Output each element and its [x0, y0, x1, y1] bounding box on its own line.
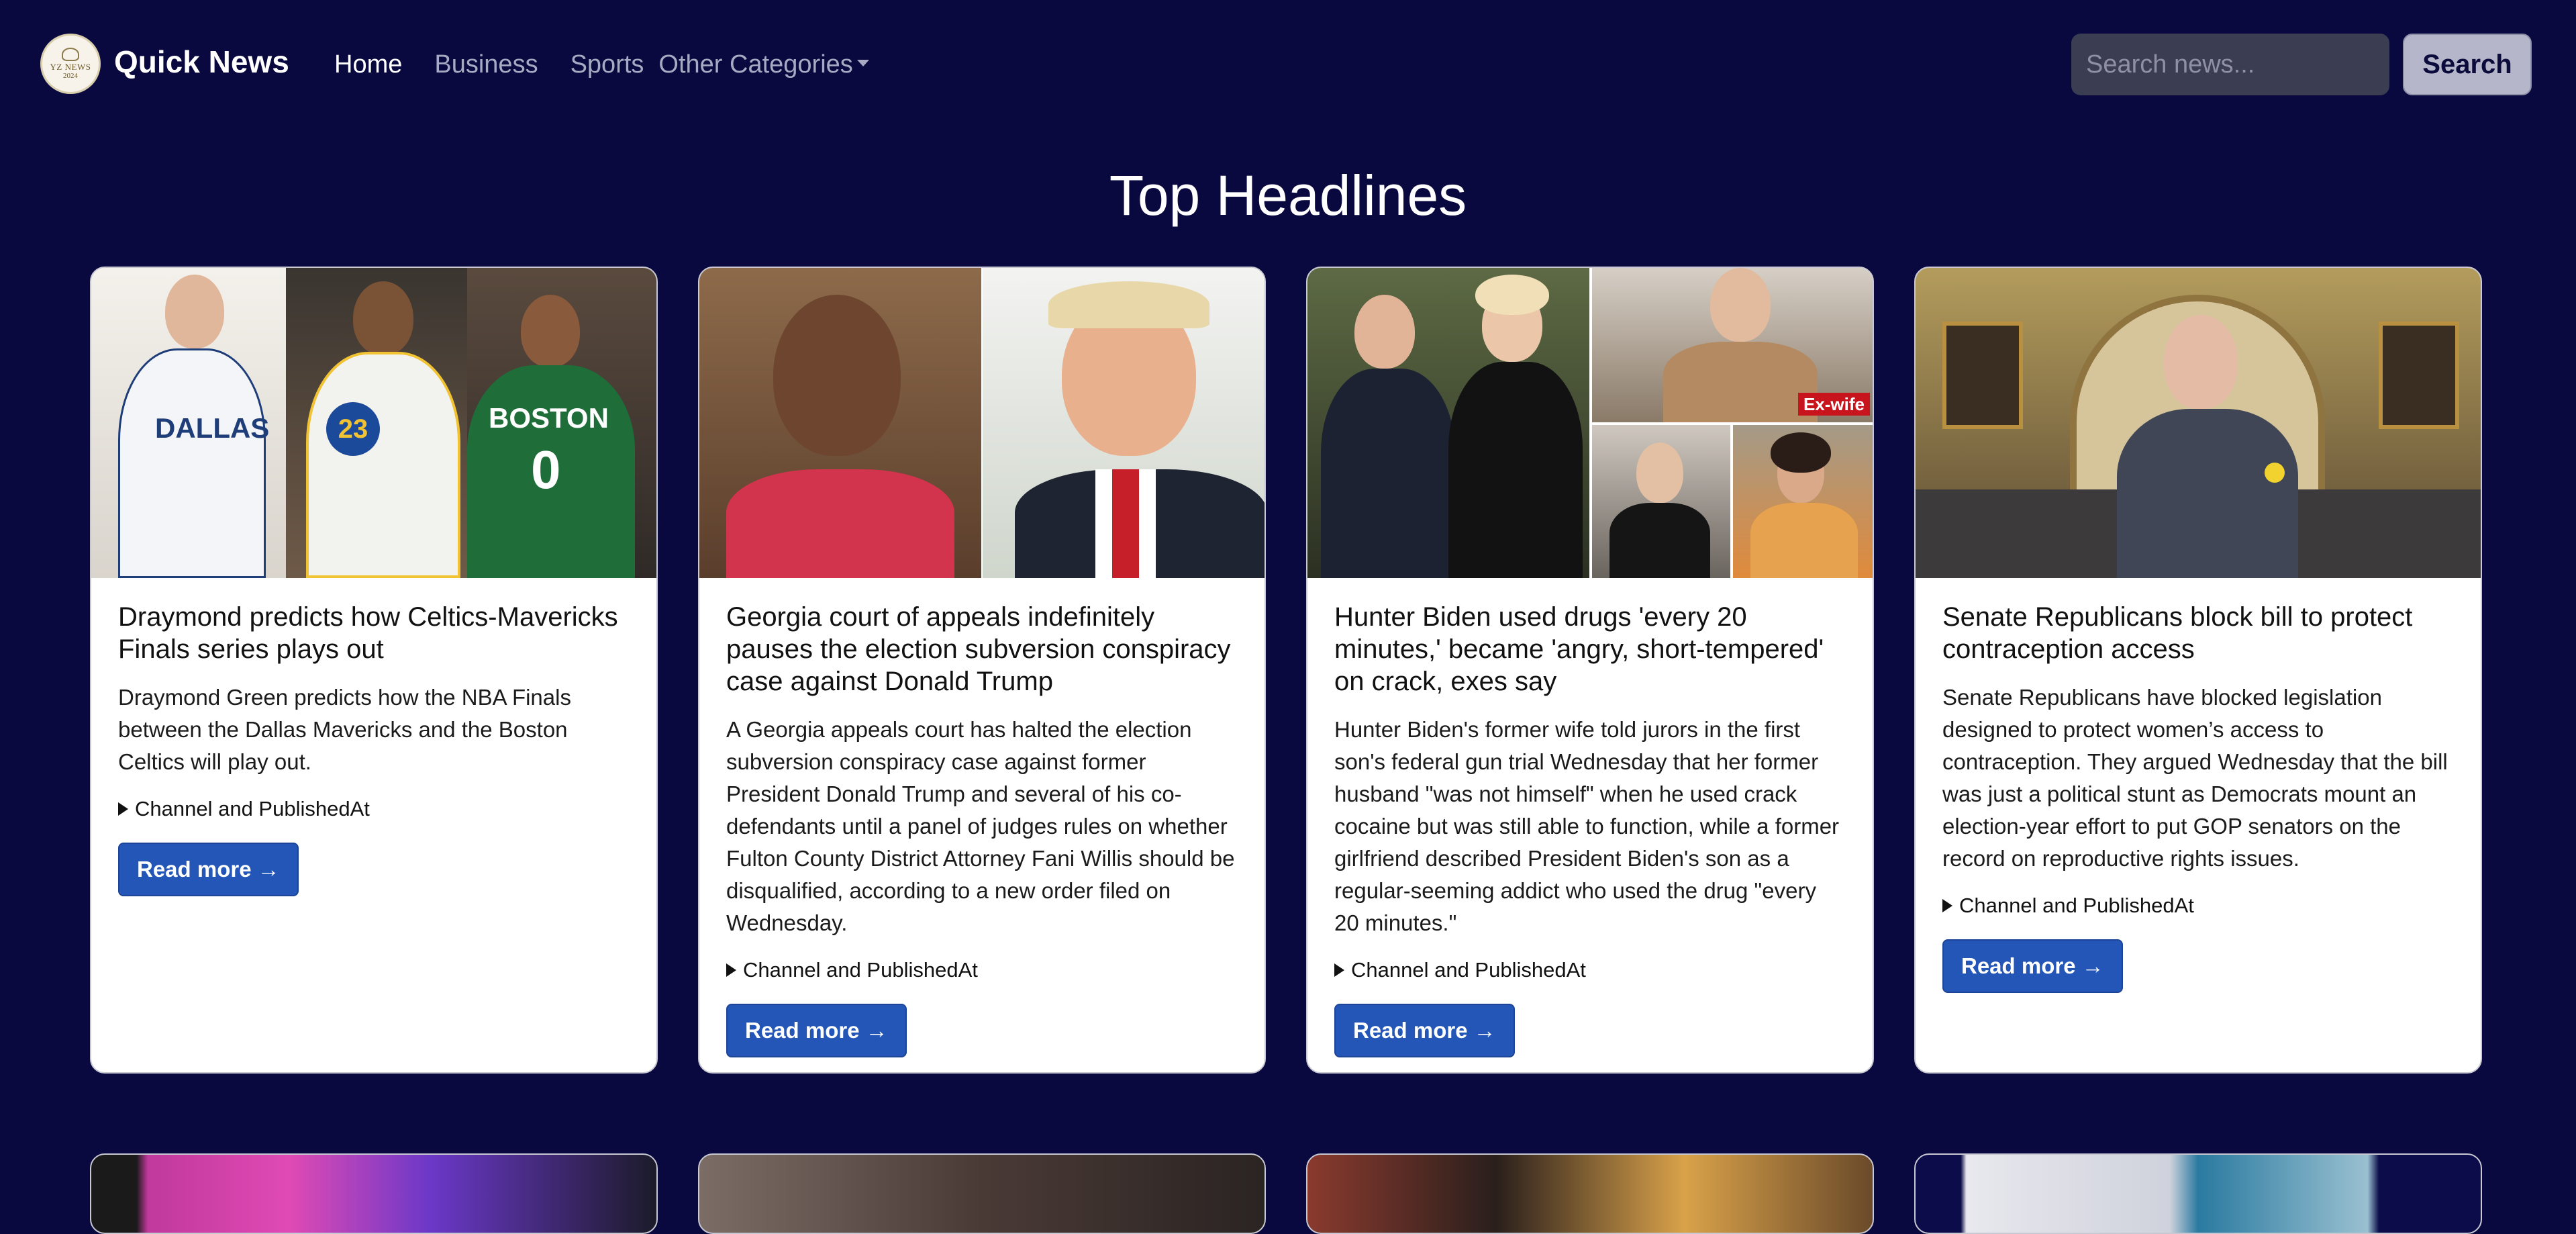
triangle-right-icon	[118, 802, 128, 816]
image-caption-tag: Ex-wife	[1797, 393, 1870, 416]
card-title: Hunter Biden used drugs 'every 20 minute…	[1334, 602, 1824, 696]
news-card: Ex-wife Hunter Biden used drugs 'every 2…	[1306, 267, 1874, 1074]
card-body: Senate Republicans block bill to protect…	[1916, 578, 2481, 993]
card-body: Draymond predicts how Celtics-Mavericks …	[91, 578, 656, 896]
card-body: Hunter Biden used drugs 'every 20 minute…	[1307, 578, 1873, 1057]
brand-logo[interactable]: YZ NEWS 2024	[40, 34, 101, 94]
card-details-label: Channel and PublishedAt	[743, 958, 978, 982]
card-details-label: Channel and PublishedAt	[1351, 958, 1586, 982]
card-body: Georgia court of appeals indefinitely pa…	[699, 578, 1265, 1057]
jersey-text: 23	[326, 402, 380, 456]
jersey-text: 0	[531, 440, 561, 500]
logo-crest-icon	[62, 48, 79, 61]
news-card: Georgia court of appeals indefinitely pa…	[698, 267, 1266, 1074]
news-card: DALLAS 23 BOSTON 0 Draymond predicts how…	[90, 267, 658, 1074]
news-card: Senate Republicans block bill to protect…	[1914, 267, 2482, 1074]
card-details-toggle[interactable]: Channel and PublishedAt	[118, 794, 630, 824]
nav-link-sports[interactable]: Sports	[571, 47, 644, 82]
search-input[interactable]	[2071, 34, 2389, 95]
read-more-button[interactable]: Read more →	[1942, 939, 2123, 993]
read-more-button[interactable]: Read more →	[118, 843, 299, 896]
card-details-label: Channel and PublishedAt	[1959, 894, 2194, 917]
card-details-label: Channel and PublishedAt	[135, 797, 370, 820]
triangle-right-icon	[1942, 899, 1952, 912]
nav-link-home[interactable]: Home	[334, 47, 402, 82]
card-details-toggle[interactable]: Channel and PublishedAt	[1334, 955, 1846, 985]
card-description: Hunter Biden's former wife told jurors i…	[1334, 717, 1840, 935]
read-more-button[interactable]: Read more →	[1334, 1004, 1515, 1057]
logo-text-bottom: 2024	[63, 72, 78, 80]
card-description: Draymond Green predicts how the NBA Fina…	[118, 685, 571, 774]
nav-link-business[interactable]: Business	[434, 47, 538, 82]
news-card-partial[interactable]	[698, 1153, 1266, 1234]
card-image[interactable]	[1916, 268, 2481, 578]
read-more-button[interactable]: Read more →	[726, 1004, 907, 1057]
brand-name[interactable]: Quick News	[114, 42, 289, 82]
triangle-right-icon	[726, 963, 736, 977]
nav-dropdown-other-categories[interactable]: Other Categories	[658, 47, 869, 82]
card-image[interactable]: DALLAS 23 BOSTON 0	[91, 268, 656, 578]
card-description: A Georgia appeals court has halted the e…	[726, 717, 1235, 935]
news-card-partial[interactable]	[1914, 1153, 2482, 1234]
news-card-partial[interactable]	[1306, 1153, 1874, 1234]
card-title: Senate Republicans block bill to protect…	[1942, 602, 2413, 664]
search-button[interactable]: Search	[2403, 34, 2532, 95]
card-details-toggle[interactable]: Channel and PublishedAt	[726, 955, 1238, 985]
card-description: Senate Republicans have blocked legislat…	[1942, 685, 2448, 871]
triangle-right-icon	[1334, 963, 1344, 977]
navbar: YZ NEWS 2024 Quick News Home Business Sp…	[0, 0, 2576, 128]
card-image[interactable]: Ex-wife	[1307, 268, 1873, 578]
card-title: Draymond predicts how Celtics-Mavericks …	[118, 602, 618, 664]
jersey-text: BOSTON	[489, 402, 609, 434]
logo-text-top: YZ NEWS	[50, 62, 91, 72]
jersey-text: DALLAS	[155, 412, 270, 444]
card-title: Georgia court of appeals indefinitely pa…	[726, 602, 1231, 696]
page-title: Top Headlines	[1109, 164, 1467, 227]
card-image[interactable]	[699, 268, 1265, 578]
card-details-toggle[interactable]: Channel and PublishedAt	[1942, 891, 2454, 920]
news-card-partial[interactable]	[90, 1153, 658, 1234]
nav-links: Home Business Sports Other Categories	[334, 47, 869, 82]
caret-down-icon	[856, 59, 869, 66]
nav-dropdown-label: Other Categories	[658, 50, 853, 79]
